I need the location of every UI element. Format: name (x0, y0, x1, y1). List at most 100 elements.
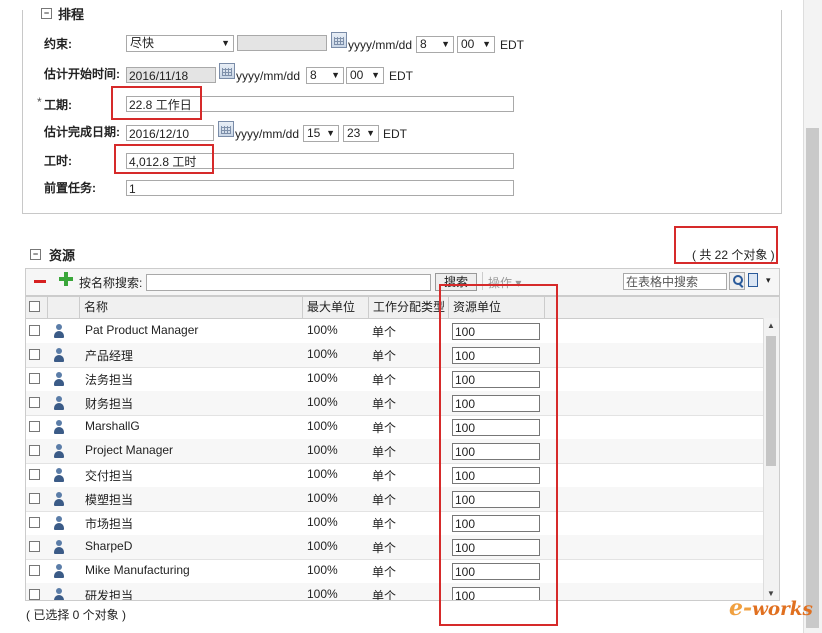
resource-name[interactable]: Pat Product Manager (85, 323, 198, 337)
resource-units-input[interactable]: 100 (452, 443, 540, 460)
work-field[interactable]: 4,012.8 工时 (126, 153, 514, 169)
resource-units-input[interactable]: 100 (452, 371, 540, 388)
column-header-assignment-type[interactable]: 工作分配类型 (369, 297, 449, 318)
table-row[interactable]: Mike Manufacturing 100% 单个 100 (26, 559, 764, 584)
resource-units-input[interactable]: 100 (452, 323, 540, 340)
duration-field[interactable]: 22.8 工作日 (126, 96, 514, 112)
table-search-input[interactable]: 在表格中搜索 (623, 273, 727, 290)
row-checkbox[interactable] (29, 565, 40, 576)
table-row[interactable]: MarshallG 100% 单个 100 (26, 415, 764, 440)
search-icon[interactable] (729, 272, 745, 290)
table-row[interactable]: 交付担当 100% 单个 100 (26, 463, 764, 488)
row-checkbox[interactable] (29, 421, 40, 432)
est-finish-field[interactable]: 2016/12/10 (126, 125, 214, 141)
est-finish-date-format: yyyy/mm/dd (235, 127, 300, 141)
column-header-name[interactable]: 名称 (80, 297, 303, 318)
column-header-resource-units[interactable]: 资源单位 (449, 297, 545, 318)
est-start-minute-select[interactable]: 00 ▼ (346, 67, 384, 84)
table-scrollbar[interactable]: ▲ ▼ (763, 318, 779, 600)
resource-units-input[interactable]: 100 (452, 563, 540, 580)
user-icon (53, 444, 65, 458)
resource-units-input[interactable]: 100 (452, 539, 540, 556)
resource-units-input[interactable]: 100 (452, 491, 540, 508)
resource-name[interactable]: 财务担当 (85, 395, 133, 412)
search-button[interactable]: 搜索 (435, 273, 477, 291)
constraint-hour-select[interactable]: 8 ▼ (416, 36, 454, 53)
resource-units-input[interactable]: 100 (452, 419, 540, 436)
row-checkbox[interactable] (29, 373, 40, 384)
table-row[interactable]: 法务担当 100% 单个 100 (26, 367, 764, 392)
resource-name[interactable]: 研发担当 (85, 587, 133, 600)
resource-name[interactable]: Project Manager (85, 443, 173, 457)
table-row[interactable]: Project Manager 100% 单个 100 (26, 439, 764, 464)
row-checkbox[interactable] (29, 589, 40, 600)
resource-name[interactable]: 交付担当 (85, 467, 133, 484)
resource-max-units: 100% (307, 491, 338, 505)
row-checkbox[interactable] (29, 445, 40, 456)
resource-units-input[interactable]: 100 (452, 515, 540, 532)
table-row[interactable]: 模塑担当 100% 单个 100 (26, 487, 764, 512)
schedule-title: 排程 (58, 7, 85, 22)
resource-name[interactable]: 产品经理 (85, 347, 133, 364)
row-checkbox[interactable] (29, 469, 40, 480)
resource-max-units: 100% (307, 323, 338, 337)
row-checkbox[interactable] (29, 397, 40, 408)
watermark-logo: e-works (729, 595, 813, 621)
scroll-up-icon[interactable]: ▲ (767, 321, 775, 330)
resource-name[interactable]: 市场担当 (85, 515, 133, 532)
table-settings-icon[interactable] (748, 273, 758, 287)
table-row[interactable]: 产品经理 100% 单个 100 (26, 343, 764, 368)
resource-name[interactable]: 模塑担当 (85, 491, 133, 508)
calendar-icon[interactable] (218, 121, 234, 137)
resource-units-input[interactable]: 100 (452, 587, 540, 600)
table-row[interactable]: 研发担当 100% 单个 100 (26, 583, 764, 600)
table-row[interactable]: 市场担当 100% 单个 100 (26, 511, 764, 536)
resources-header[interactable]: − 资源 (30, 245, 75, 264)
table-row[interactable]: 财务担当 100% 单个 100 (26, 391, 764, 416)
add-icon[interactable] (59, 272, 73, 286)
remove-icon[interactable] (34, 273, 46, 287)
row-checkbox[interactable] (29, 349, 40, 360)
user-icon (53, 420, 65, 434)
schedule-legend[interactable]: − 排程 (37, 4, 89, 23)
resource-name[interactable]: Mike Manufacturing (85, 563, 190, 577)
resource-units-input[interactable]: 100 (452, 395, 540, 412)
row-checkbox[interactable] (29, 493, 40, 504)
table-row[interactable]: Pat Product Manager 100% 单个 100 (26, 319, 764, 344)
constraint-date-field[interactable] (237, 35, 327, 51)
est-finish-minute-select[interactable]: 23 ▼ (343, 125, 379, 142)
collapse-icon[interactable]: − (41, 8, 52, 19)
search-by-name-input[interactable] (146, 274, 431, 291)
constraint-select[interactable]: 尽快 ▼ (126, 35, 234, 52)
page-scroll-thumb[interactable] (806, 128, 819, 628)
resource-name[interactable]: MarshallG (85, 419, 140, 433)
resource-units-input[interactable]: 100 (452, 467, 540, 484)
resource-name[interactable]: 法务担当 (85, 371, 133, 388)
row-checkbox[interactable] (29, 325, 40, 336)
table-row[interactable]: SharpeD 100% 单个 100 (26, 535, 764, 560)
calendar-icon[interactable] (219, 63, 235, 79)
row-checkbox[interactable] (29, 517, 40, 528)
resource-assignment-type: 单个 (372, 373, 397, 387)
calendar-icon[interactable] (331, 32, 347, 48)
constraint-minute-select[interactable]: 00 ▼ (457, 36, 495, 53)
select-all-checkbox[interactable] (29, 301, 40, 312)
predecessor-field[interactable]: 1 (126, 180, 514, 196)
chevron-down-icon: ▼ (366, 128, 375, 138)
resource-units-input[interactable]: 100 (452, 347, 540, 364)
operations-menu[interactable]: 操作 ▾ (488, 274, 521, 291)
page-scrollbar[interactable] (803, 0, 822, 633)
column-header-max-units[interactable]: 最大单位 (303, 297, 369, 318)
chevron-down-icon[interactable]: ▾ (766, 275, 771, 286)
resource-name[interactable]: SharpeD (85, 539, 132, 553)
icon-column-header (48, 297, 80, 318)
chevron-down-icon: ▼ (326, 128, 335, 138)
est-start-hour-select[interactable]: 8 ▼ (306, 67, 344, 84)
predecessor-label: 前置任务: (44, 181, 96, 195)
est-start-field[interactable]: 2016/11/18 (126, 67, 216, 83)
chevron-down-icon: ▼ (331, 70, 340, 80)
row-checkbox[interactable] (29, 541, 40, 552)
collapse-icon[interactable]: − (30, 249, 41, 260)
est-finish-hour-select[interactable]: 15 ▼ (303, 125, 339, 142)
table-scroll-thumb[interactable] (766, 336, 776, 466)
